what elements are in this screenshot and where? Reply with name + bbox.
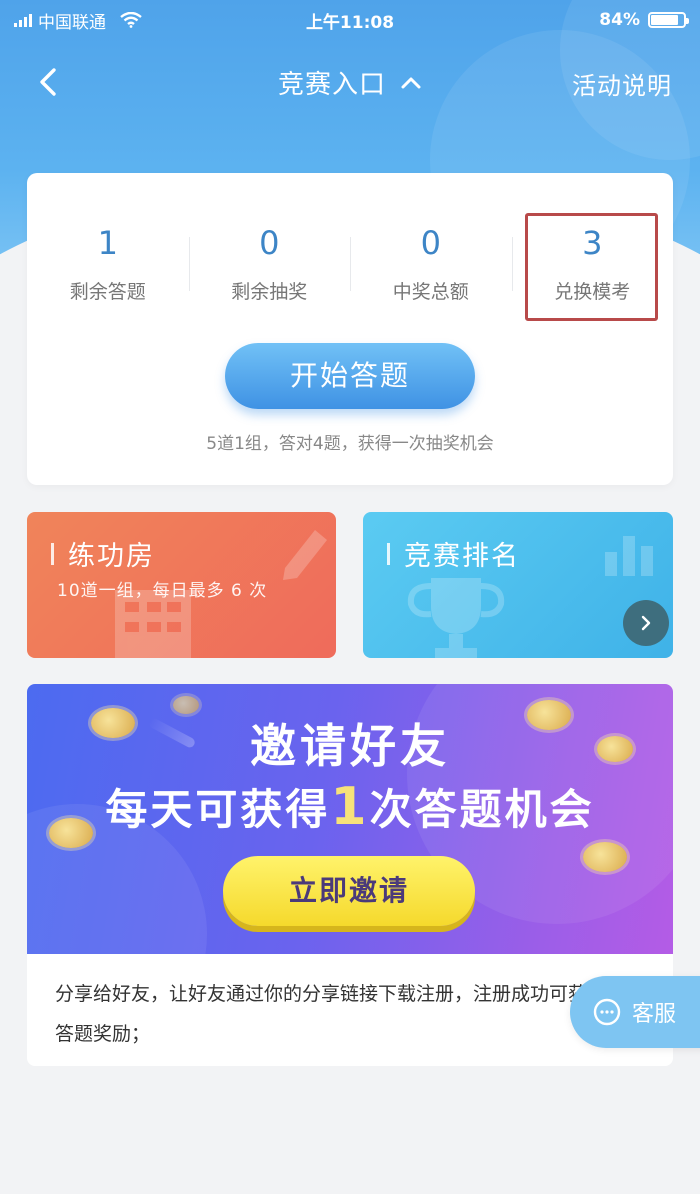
chevron-right-icon (641, 615, 651, 631)
stats-card: 1 剩余答题 0 剩余抽奖 0 中奖总额 3 兑换模考 开始答题 5道1组，答对… (27, 173, 673, 485)
invite-description: 分享给好友，让好友通过你的分享链接下载注册，注册成功可获得1次答题奖励； (55, 983, 638, 1045)
invite-title: 邀请好友 (250, 719, 450, 773)
ranking-title: 竞赛排名 (387, 534, 520, 573)
invite-subtitle-prefix: 每天可获得 (105, 785, 331, 834)
status-right: 84% (599, 10, 689, 30)
practice-title-text: 练功房 (68, 541, 155, 572)
stat-value: 0 (259, 224, 280, 262)
nav-bar: 竞赛入口 活动说明 (0, 50, 700, 114)
practice-subtitle: 10道一组，每日最多 6 次 (57, 581, 268, 601)
practice-title: 练功房 (51, 534, 155, 573)
invite-now-button[interactable]: 立即邀请 (223, 856, 475, 926)
activity-rules-link[interactable]: 活动说明 (572, 66, 672, 101)
practice-room-card[interactable]: 练功房 10道一组，每日最多 6 次 (27, 512, 336, 658)
stat-exchange-mock-exam[interactable]: 3 兑换模考 (511, 221, 674, 311)
battery-percent: 84% (599, 10, 640, 30)
invite-banner: 邀请好友 每天可获得1次答题机会 立即邀请 (27, 684, 673, 954)
invite-subtitle-number: 1 (330, 777, 370, 837)
stat-remaining-questions: 1 剩余答题 (27, 221, 189, 311)
stat-total-winnings: 0 中奖总额 (350, 221, 512, 311)
wifi-icon (120, 12, 142, 28)
title-bar (51, 542, 54, 565)
stat-label: 兑换模考 (554, 281, 631, 303)
invite-subtitle-suffix: 次答题机会 (369, 785, 595, 834)
customer-service-label: 客服 (632, 1002, 677, 1027)
stats-row: 1 剩余答题 0 剩余抽奖 0 中奖总额 3 兑换模考 (27, 221, 673, 311)
ranking-arrow-button[interactable] (623, 600, 669, 646)
stat-remaining-draws: 0 剩余抽奖 (188, 221, 351, 311)
chevron-up-icon (401, 77, 421, 88)
start-answering-button[interactable]: 开始答题 (225, 343, 475, 409)
competition-ranking-card[interactable]: 竞赛排名 (363, 512, 673, 658)
status-left: 中国联通 (14, 8, 142, 33)
signal-icon (14, 13, 32, 27)
customer-service-button[interactable]: 客服 (570, 976, 700, 1048)
page-title: 竞赛入口 (277, 70, 386, 100)
stat-value: 0 (420, 224, 441, 262)
stat-value: 3 (582, 224, 603, 262)
status-bar: 中国联通 上午11:08 84% (0, 0, 700, 40)
stat-label: 剩余抽奖 (231, 281, 308, 303)
battery-icon (648, 12, 689, 28)
ranking-title-text: 竞赛排名 (404, 541, 520, 572)
stat-label: 中奖总额 (392, 281, 469, 303)
stat-value: 1 (97, 224, 118, 262)
invite-subtitle: 每天可获得1次答题机会 (27, 776, 673, 837)
pencil-icon (283, 530, 327, 580)
stat-label: 剩余答题 (69, 281, 146, 303)
trophy-icon (407, 578, 505, 658)
chat-bubble-icon (593, 998, 621, 1026)
rule-note: 5道1组，答对4题，获得一次抽奖机会 (206, 434, 494, 454)
bar-chart-icon (605, 536, 653, 576)
carrier-label: 中国联通 (38, 12, 106, 33)
coin-icon (583, 842, 627, 872)
title-bar (387, 542, 390, 565)
title-toggle[interactable]: 竞赛入口 (278, 64, 422, 101)
